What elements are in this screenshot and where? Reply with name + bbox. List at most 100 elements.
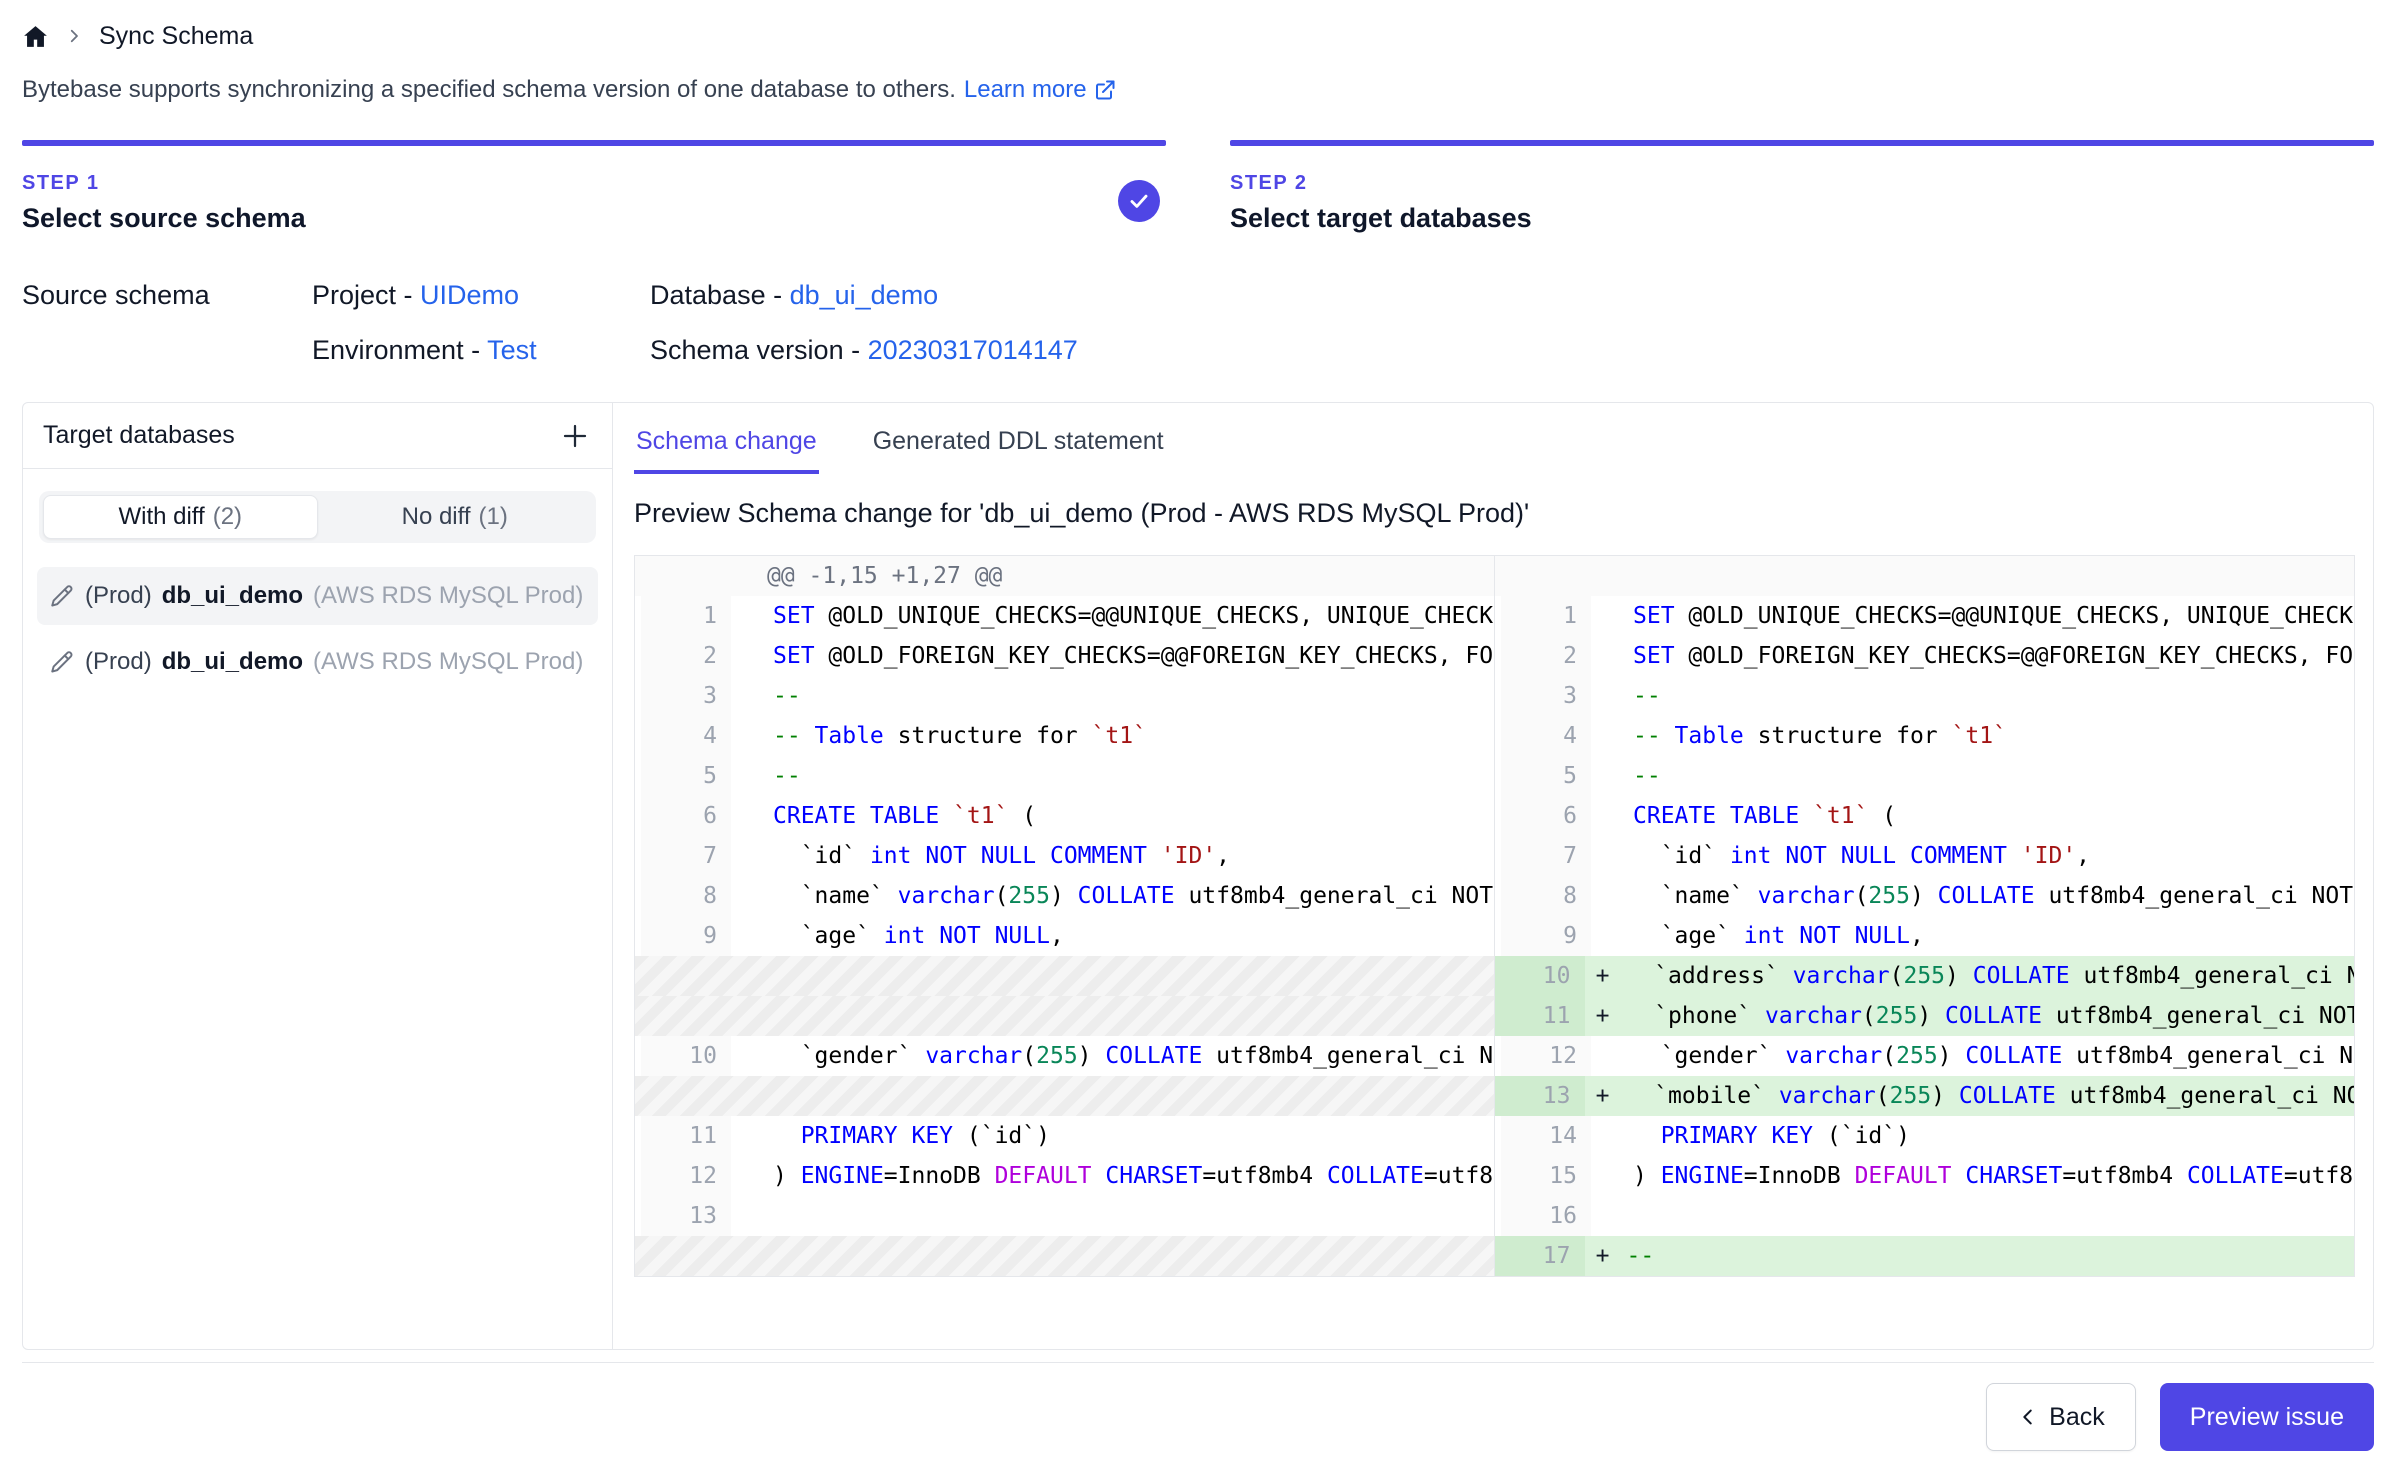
diff-row: 7 `id` int NOT NULL COMMENT 'ID',7 `id` … — [635, 836, 2354, 876]
diff-row: 17+-- — [635, 1236, 2354, 1276]
back-button[interactable]: Back — [1986, 1383, 2136, 1451]
db-name: db_ui_demo — [162, 582, 303, 610]
diff-right-add: 17+-- — [1495, 1236, 2355, 1276]
home-icon[interactable] — [22, 23, 49, 50]
step-2-title: Select target databases — [1230, 203, 2374, 234]
step-1: STEP 1 Select source schema — [22, 140, 1166, 234]
pen-icon — [49, 583, 75, 609]
diff-right-blank — [1495, 556, 2355, 596]
tab-with-diff-label: With diff — [118, 503, 204, 531]
pen-icon — [49, 649, 75, 675]
source-schema-section: Source schema Project - UIDemo Database … — [22, 280, 2374, 366]
diff-right-code: 12 `gender` varchar(255) COLLATE utf8mb4… — [1495, 1036, 2354, 1076]
step-2-label: STEP 2 — [1230, 172, 2374, 195]
db-environment: (Prod) — [85, 582, 152, 610]
target-databases-header: Target databases — [23, 403, 612, 469]
target-db-item[interactable]: (Prod)db_ui_demo(AWS RDS MySQL Prod) — [37, 633, 598, 691]
diff-left-code: 3-- — [635, 676, 1495, 716]
diff-row: 8 `name` varchar(255) COLLATE utf8mb4_ge… — [635, 876, 2354, 916]
step-2-progress-bar — [1230, 140, 2374, 146]
diff-left-code: 12) ENGINE=InnoDB DEFAULT CHARSET=utf8mb… — [635, 1156, 1495, 1196]
chevron-right-icon — [65, 27, 83, 45]
diff-filter-tabs: With diff (2) No diff (1) — [39, 491, 596, 543]
diff-editor[interactable]: @@ -1,15 +1,27 @@1SET @OLD_UNIQUE_CHECKS… — [634, 555, 2355, 1277]
diff-right-code: 14 PRIMARY KEY (`id`) — [1495, 1116, 2354, 1156]
schema-version-field: Schema version - 20230317014147 — [650, 335, 2374, 366]
diff-left-header: @@ -1,15 +1,27 @@ — [635, 556, 1495, 596]
diff-left-filler — [635, 956, 1495, 996]
diff-left-filler — [635, 1076, 1495, 1116]
diff-row: 12) ENGINE=InnoDB DEFAULT CHARSET=utf8mb… — [635, 1156, 2354, 1196]
db-environment: (Prod) — [85, 648, 152, 676]
diff-left-code: 7 `id` int NOT NULL COMMENT 'ID', — [635, 836, 1495, 876]
source-schema-label: Source schema — [22, 280, 312, 311]
diff-row: 1316 — [635, 1196, 2354, 1236]
external-link-icon — [1093, 78, 1117, 102]
diff-row: 9 `age` int NOT NULL,9 `age` int NOT NUL… — [635, 916, 2354, 956]
diff-left-filler — [635, 996, 1495, 1036]
diff-right-code: 2SET @OLD_FOREIGN_KEY_CHECKS=@@FOREIGN_K… — [1495, 636, 2354, 676]
diff-row: 6CREATE TABLE `t1` (6CREATE TABLE `t1` ( — [635, 796, 2354, 836]
breadcrumb: Sync Schema — [22, 16, 2374, 56]
diff-right-code: 8 `name` varchar(255) COLLATE utf8mb4_ge… — [1495, 876, 2354, 916]
target-databases-title: Target databases — [43, 421, 235, 450]
diff-left-code: 10 `gender` varchar(255) COLLATE utf8mb4… — [635, 1036, 1495, 1076]
tab-with-diff-count: (2) — [213, 503, 242, 531]
target-databases-panel: Target databases With diff (2) No diff (… — [23, 403, 613, 1349]
add-target-database-button[interactable] — [558, 419, 592, 453]
tab-no-diff-label: No diff — [402, 503, 471, 531]
diff-row: 10+ `address` varchar(255) COLLATE utf8m… — [635, 956, 2354, 996]
step-2: STEP 2 Select target databases — [1230, 140, 2374, 234]
diff-left-code: 13 — [635, 1196, 1495, 1236]
tab-with-diff[interactable]: With diff (2) — [43, 495, 318, 539]
learn-more-link[interactable]: Learn more — [964, 76, 1117, 104]
diff-left-code: 9 `age` int NOT NULL, — [635, 916, 1495, 956]
schema-version-label: Schema version - — [650, 335, 868, 365]
diff-right-code: 5-- — [1495, 756, 2354, 796]
tab-generated-ddl[interactable]: Generated DDL statement — [871, 403, 1166, 474]
diff-right-code: 1SET @OLD_UNIQUE_CHECKS=@@UNIQUE_CHECKS,… — [1495, 596, 2354, 636]
footer-actions: Back Preview issue — [22, 1363, 2374, 1471]
diff-row: 11+ `phone` varchar(255) COLLATE utf8mb4… — [635, 996, 2354, 1036]
diff-left-filler — [635, 1236, 1495, 1276]
page-title: Sync Schema — [99, 22, 253, 51]
db-instance-suffix: (AWS RDS MySQL Prod) — [313, 582, 586, 610]
step-indicator: STEP 1 Select source schema STEP 2 Selec… — [22, 140, 2374, 234]
tab-no-diff-count: (1) — [479, 503, 508, 531]
database-field: Database - db_ui_demo — [650, 280, 2374, 311]
project-field: Project - UIDemo — [312, 280, 650, 311]
step-1-progress-bar — [22, 140, 1166, 146]
step-1-title: Select source schema — [22, 203, 1166, 234]
diff-right-code: 3-- — [1495, 676, 2354, 716]
diff-right-code: 7 `id` int NOT NULL COMMENT 'ID', — [1495, 836, 2354, 876]
step-1-label: STEP 1 — [22, 172, 1166, 195]
database-link[interactable]: db_ui_demo — [790, 280, 939, 310]
diff-row: 11 PRIMARY KEY (`id`)14 PRIMARY KEY (`id… — [635, 1116, 2354, 1156]
target-db-item[interactable]: (Prod) db_ui_demo (AWS RDS MySQL Prod) — [37, 567, 598, 625]
diff-left-code: 4-- Table structure for `t1` — [635, 716, 1495, 756]
diff-left-code: 8 `name` varchar(255) COLLATE utf8mb4_ge… — [635, 876, 1495, 916]
diff-left-code: 6CREATE TABLE `t1` ( — [635, 796, 1495, 836]
plus-icon — [560, 421, 590, 451]
tab-no-diff[interactable]: No diff (1) — [318, 495, 593, 539]
schema-version-link[interactable]: 20230317014147 — [868, 335, 1078, 365]
project-label: Project - — [312, 280, 420, 310]
project-link[interactable]: UIDemo — [420, 280, 519, 310]
description-text: Bytebase supports synchronizing a specif… — [22, 76, 956, 104]
diff-left-code: 5-- — [635, 756, 1495, 796]
diff-right-add: 13+ `mobile` varchar(255) COLLATE utf8mb… — [1495, 1076, 2355, 1116]
diff-row: 10 `gender` varchar(255) COLLATE utf8mb4… — [635, 1036, 2354, 1076]
preview-issue-button[interactable]: Preview issue — [2160, 1383, 2374, 1451]
diff-row: @@ -1,15 +1,27 @@ — [635, 556, 2354, 596]
diff-right-code: 6CREATE TABLE `t1` ( — [1495, 796, 2354, 836]
check-circle-icon — [1118, 180, 1160, 222]
main-panel: Target databases With diff (2) No diff (… — [22, 402, 2374, 1350]
sync-schema-page: Sync Schema Bytebase supports synchroniz… — [0, 0, 2396, 1471]
tab-schema-change[interactable]: Schema change — [634, 403, 819, 474]
schema-preview-panel: Schema change Generated DDL statement Pr… — [613, 403, 2373, 1349]
diff-left-code: 2SET @OLD_FOREIGN_KEY_CHECKS=@@FOREIGN_K… — [635, 636, 1495, 676]
environment-link[interactable]: Test — [487, 335, 537, 365]
diff-right-code: 15) ENGINE=InnoDB DEFAULT CHARSET=utf8mb… — [1495, 1156, 2354, 1196]
page-description: Bytebase supports synchronizing a specif… — [22, 76, 2374, 104]
diff-right-code: 16 — [1495, 1196, 2354, 1236]
